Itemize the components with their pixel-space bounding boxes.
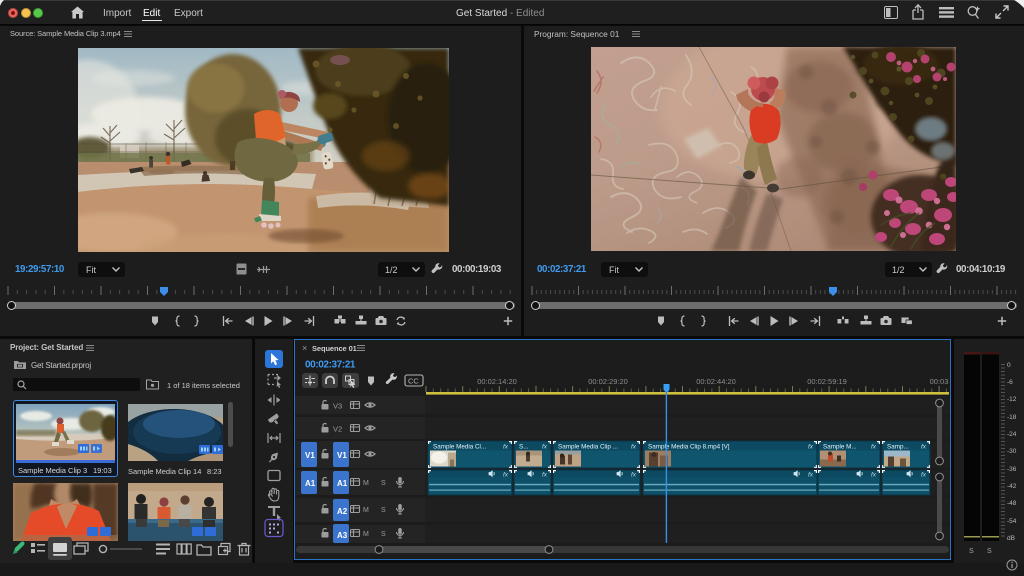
svg-text:S: S (381, 531, 386, 538)
svg-text:-6: -6 (1007, 379, 1013, 386)
svg-text:-42: -42 (1007, 483, 1017, 490)
svg-text:A1: A1 (337, 479, 348, 488)
svg-text:-54: -54 (1007, 518, 1017, 525)
svg-text:00:02:29:20: 00:02:29:20 (588, 377, 628, 386)
svg-text:Samp...: Samp... (887, 444, 909, 451)
svg-text:fx: fx (871, 444, 877, 451)
svg-text:S: S (381, 480, 386, 487)
svg-text:00:02:44:20: 00:02:44:20 (696, 377, 736, 386)
svg-text:A3: A3 (337, 531, 348, 540)
svg-text:S: S (381, 507, 386, 514)
svg-text:fx: fx (921, 444, 927, 451)
svg-text:fx: fx (921, 472, 927, 479)
svg-text:A1: A1 (305, 479, 316, 488)
svg-text:-30: -30 (1007, 448, 1017, 455)
svg-text:-12: -12 (1007, 396, 1017, 403)
svg-text:-24: -24 (1007, 431, 1017, 438)
svg-text:fx: fx (871, 472, 877, 479)
svg-text:fx: fx (808, 444, 814, 451)
svg-text:dB: dB (1007, 535, 1015, 542)
svg-text:-36: -36 (1007, 466, 1017, 473)
svg-text:Sequence 01: Sequence 01 (312, 344, 357, 353)
svg-text:00:03: 00:03 (930, 377, 949, 386)
svg-text:S...: S... (519, 444, 529, 451)
svg-text:Sample Media Clip 8.mp4 [V]: Sample Media Clip 8.mp4 [V] (648, 444, 730, 451)
svg-text:S: S (987, 548, 992, 555)
svg-text:Sample Media Clip ...: Sample Media Clip ... (558, 444, 618, 451)
svg-text:V2: V2 (333, 425, 342, 434)
svg-text:M: M (363, 507, 369, 514)
svg-text:00:02:37:21: 00:02:37:21 (305, 360, 356, 371)
svg-text:S: S (969, 548, 974, 555)
svg-text:-48: -48 (1007, 500, 1017, 507)
svg-text:0: 0 (1007, 362, 1011, 369)
svg-text:M: M (363, 531, 369, 538)
svg-text:fx: fx (542, 444, 548, 451)
svg-text:V1: V1 (337, 451, 347, 460)
svg-text:fx: fx (631, 444, 637, 451)
svg-text:fx: fx (503, 444, 509, 451)
svg-text:CC: CC (408, 377, 419, 386)
svg-text:fx: fx (631, 472, 637, 479)
svg-text:A2: A2 (337, 507, 348, 516)
svg-text:×: × (302, 343, 307, 353)
svg-text:00:02:59:19: 00:02:59:19 (807, 377, 847, 386)
svg-text:V1: V1 (305, 451, 315, 460)
svg-text:Sample M...: Sample M... (823, 444, 857, 451)
svg-text:fx: fx (808, 472, 814, 479)
svg-text:fx: fx (503, 472, 509, 479)
svg-text:M: M (363, 480, 369, 487)
svg-text:-18: -18 (1007, 414, 1017, 421)
svg-text:V3: V3 (333, 402, 342, 411)
svg-text:Sample Media Cl...: Sample Media Cl... (433, 444, 486, 451)
svg-text:00:02:14:20: 00:02:14:20 (477, 377, 517, 386)
svg-text:fx: fx (542, 472, 548, 479)
